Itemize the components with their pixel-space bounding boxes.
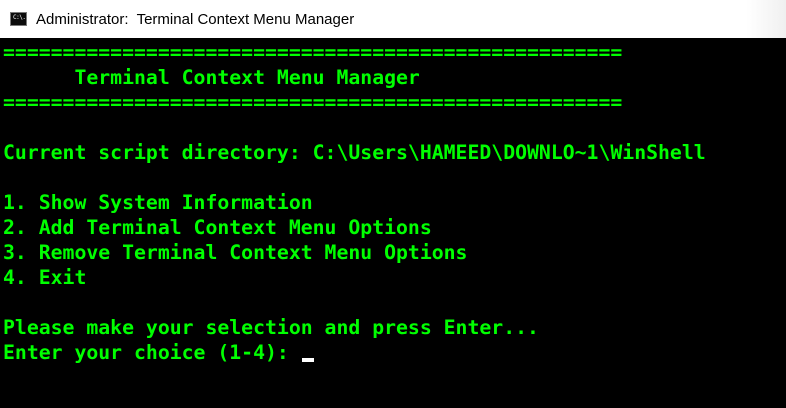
console-output[interactable]: ========================================… [0, 38, 786, 408]
menu-item-exit: 4. Exit [3, 266, 87, 289]
separator-bottom: ========================================… [3, 91, 623, 114]
text-cursor [301, 358, 314, 362]
cmd-icon[interactable]: C:\. [10, 12, 27, 26]
choice-prompt: Enter your choice (1-4): [3, 341, 301, 364]
menu-item-remove-options: 3. Remove Terminal Context Menu Options [3, 241, 468, 264]
title-bar-edge [746, 0, 786, 38]
choice-prompt-line[interactable]: Enter your choice (1-4): [3, 340, 786, 365]
menu-item-show-system-info: 1. Show System Information [3, 191, 313, 214]
separator-top: ========================================… [3, 41, 623, 64]
menu-item-add-options: 2. Add Terminal Context Menu Options [3, 216, 432, 239]
terminal-window: C:\. Administrator: Terminal Context Men… [0, 0, 786, 408]
cmd-icon-glyph: C:\. [13, 14, 26, 21]
window-title: Administrator: Terminal Context Menu Man… [36, 10, 355, 28]
instruction-line: Please make your selection and press Ent… [3, 316, 539, 339]
app-header: Terminal Context Menu Manager [3, 66, 420, 89]
script-directory-line: Current script directory: C:\Users\HAMEE… [3, 141, 706, 164]
title-bar[interactable]: C:\. Administrator: Terminal Context Men… [0, 0, 786, 38]
